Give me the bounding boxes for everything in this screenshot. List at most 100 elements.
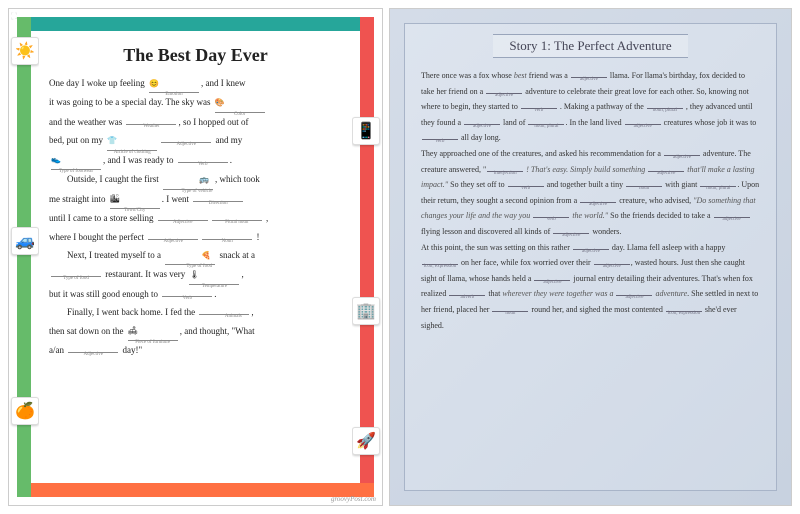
fill-blank[interactable]: noun xyxy=(492,311,528,312)
blank-hint: adjective xyxy=(464,124,500,129)
fill-blank[interactable]: adjective xyxy=(625,124,661,125)
blank-hint: noun, plural xyxy=(528,124,564,129)
fill-blank[interactable]: adjective xyxy=(714,217,750,218)
blank-hint: noun xyxy=(492,311,528,316)
fill-blank[interactable]: Type of food xyxy=(51,276,101,277)
story-body-right: There once was a fox whose best friend w… xyxy=(421,68,760,333)
fill-blank[interactable]: verb xyxy=(533,217,569,218)
fill-blank[interactable]: Animals xyxy=(199,314,249,315)
fill-blank[interactable]: 😊Emotion xyxy=(149,74,199,93)
blank-hint: Temperature xyxy=(189,284,239,289)
blank-hint: verb xyxy=(533,217,569,222)
hint-icon: 🚌 xyxy=(181,172,209,188)
blank-hint: Animals xyxy=(199,314,249,319)
fill-blank[interactable]: adjective xyxy=(486,93,522,94)
blank-hint: adjective xyxy=(664,155,700,160)
blank-hint: Color xyxy=(215,112,265,117)
fill-blank[interactable]: adjective xyxy=(616,295,652,296)
fill-blank[interactable]: adverb xyxy=(449,295,485,296)
blank-hint: Piece of furniture xyxy=(128,340,178,345)
fill-blank[interactable]: 🏙Town/City xyxy=(110,190,160,209)
fill-blank[interactable]: adjective xyxy=(464,124,500,125)
blank-hint: Weather xyxy=(126,124,176,129)
blank-hint: Adjective xyxy=(158,220,208,225)
color-frame: ☀️📱🚙🏢🍊🚀 The Best Day Ever One day I woke… xyxy=(17,17,374,497)
worksheet-left: ⛶ ☀️📱🚙🏢🍊🚀 The Best Day Ever One day I wo… xyxy=(8,8,383,506)
blank-hint: adjective xyxy=(594,264,630,269)
hint-icon: 🎨 xyxy=(215,95,225,111)
fill-blank[interactable]: verb xyxy=(508,186,544,187)
fill-blank[interactable]: 🛋Piece of furniture xyxy=(128,322,178,341)
fill-blank[interactable]: verb xyxy=(521,108,557,109)
hint-icon: 😊 xyxy=(149,76,159,92)
fill-blank[interactable]: noun, plural xyxy=(528,124,564,125)
fill-blank[interactable]: verb xyxy=(422,139,458,140)
fill-blank[interactable]: adjective xyxy=(580,202,616,203)
blank-hint: Verb xyxy=(162,296,212,301)
fill-blank[interactable]: interjection xyxy=(487,171,523,172)
fill-blank[interactable]: Noun xyxy=(202,239,252,240)
fill-blank[interactable]: icon, expression xyxy=(422,264,458,265)
blank-hint: Verb xyxy=(178,162,228,167)
blank-hint: interjection xyxy=(487,171,523,176)
blank-hint: verb xyxy=(521,108,557,113)
fill-blank[interactable]: 👕Article of clothing xyxy=(107,131,157,150)
fill-blank[interactable]: 🎨Color xyxy=(215,93,265,112)
fill-blank[interactable]: adjective xyxy=(571,77,607,78)
hint-icon: 👕 xyxy=(107,133,117,149)
fill-blank[interactable]: Adjective xyxy=(68,352,118,353)
blank-hint: adjective xyxy=(573,249,609,254)
sticker-icon: 🍊 xyxy=(11,397,39,425)
fill-blank[interactable]: icon, expression xyxy=(666,311,702,312)
sticker-icon: 📱 xyxy=(352,117,380,145)
fill-blank[interactable]: adjective xyxy=(664,155,700,156)
story-body-left: One day I woke up feeling 😊Emotion, and … xyxy=(49,74,342,360)
blank-hint: icon, expression xyxy=(422,264,458,269)
blank-hint: adjective xyxy=(553,233,589,238)
fill-blank[interactable]: adjective xyxy=(594,264,630,265)
hint-icon: 🛋 xyxy=(128,323,138,339)
blank-hint: adjective xyxy=(534,280,570,285)
hint-icon: 👟 xyxy=(51,152,61,168)
fill-blank[interactable]: Verb xyxy=(178,162,228,163)
blank-hint: adjective xyxy=(616,295,652,300)
fill-blank[interactable]: Weather xyxy=(126,124,176,125)
worksheet-title-right: Story 1: The Perfect Adventure xyxy=(493,34,687,58)
fill-blank[interactable]: adjective xyxy=(648,171,684,172)
blank-hint: noun, plural xyxy=(647,108,683,113)
blank-hint: adjective xyxy=(486,93,522,98)
fill-blank[interactable]: noun, plural xyxy=(700,186,736,187)
fill-blank[interactable]: 🚌Type of vehicle xyxy=(163,170,213,189)
blank-hint: noun xyxy=(626,186,662,191)
blank-hint: verb xyxy=(422,139,458,144)
fill-blank[interactable]: noun, plural xyxy=(647,108,683,109)
fill-blank[interactable]: Adjective xyxy=(158,220,208,221)
blank-hint: Direction xyxy=(193,201,243,206)
blank-hint: verb xyxy=(508,186,544,191)
right-inner: Story 1: The Perfect Adventure There onc… xyxy=(404,23,777,491)
worksheet-title-left: The Best Day Ever xyxy=(49,45,342,66)
fill-blank[interactable]: adjective xyxy=(534,280,570,281)
fill-blank[interactable]: adjective xyxy=(573,249,609,250)
fill-blank[interactable]: Adjective xyxy=(148,239,198,240)
blank-hint: Plural noun xyxy=(212,220,262,225)
blank-hint: adverb xyxy=(449,295,485,300)
fill-blank[interactable]: Adjective xyxy=(161,142,211,143)
fill-blank[interactable]: 🌡Temperature xyxy=(189,265,239,284)
blank-hint: Article of clothing xyxy=(107,150,157,155)
blank-hint: Emotion xyxy=(149,92,199,97)
fill-blank[interactable]: 🍕Type of food xyxy=(165,246,215,265)
fill-blank[interactable]: Direction xyxy=(193,201,243,202)
hint-icon: 🏙 xyxy=(110,191,120,207)
fill-blank[interactable]: 👟Type of footwear xyxy=(51,151,101,170)
blank-hint: Adjective xyxy=(148,239,198,244)
hint-icon: 🍕 xyxy=(183,248,211,264)
fill-blank[interactable]: Verb xyxy=(162,296,212,297)
blank-hint: Noun xyxy=(202,239,252,244)
fill-blank[interactable]: adjective xyxy=(553,233,589,234)
blank-hint: Adjective xyxy=(68,352,118,357)
hint-icon: 🌡 xyxy=(189,267,199,283)
left-content: The Best Day Ever One day I woke up feel… xyxy=(39,39,352,475)
fill-blank[interactable]: noun xyxy=(626,186,662,187)
fill-blank[interactable]: Plural noun xyxy=(212,220,262,221)
